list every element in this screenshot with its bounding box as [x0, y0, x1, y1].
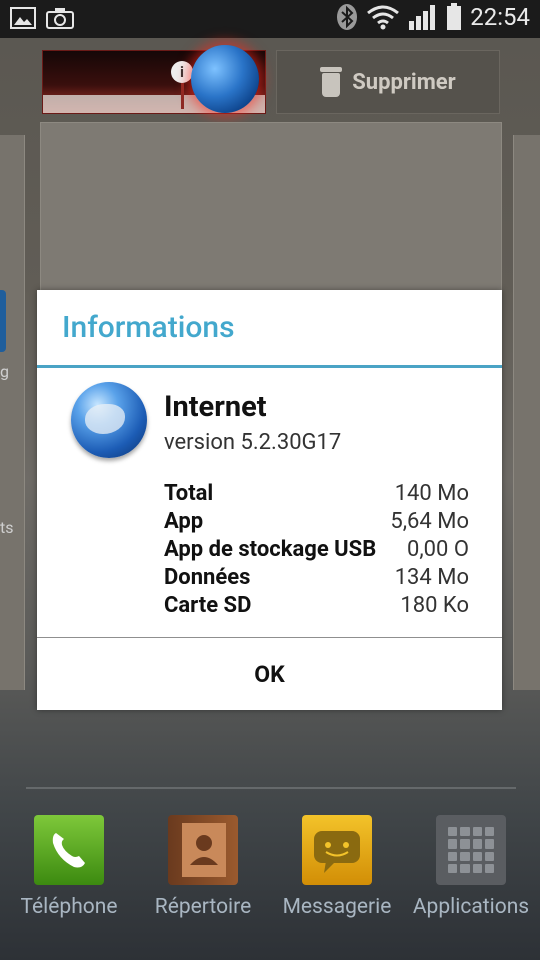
left-edge-app-icon[interactable]	[0, 290, 6, 352]
right-page-panel[interactable]	[513, 135, 540, 690]
apps-icon	[436, 815, 506, 885]
storage-label: App de stockage USB	[164, 536, 377, 562]
app-version: version 5.2.30G17	[164, 430, 342, 455]
storage-value: 5,64 Mo	[390, 508, 469, 534]
phone-icon	[34, 815, 104, 885]
trash-icon	[320, 67, 343, 97]
storage-value: 0,00 O	[406, 536, 469, 562]
delete-label: Supprimer	[352, 69, 456, 95]
left-edge-label: g	[0, 362, 9, 381]
dock-label-applications: Applications	[412, 895, 530, 919]
ok-button[interactable]: OK	[37, 638, 502, 710]
delete-drop-target[interactable]: Supprimer	[276, 50, 500, 114]
signal-icon	[409, 5, 436, 30]
dock-label-messaging: Messagerie	[282, 895, 392, 919]
dialog-title: Informations	[62, 310, 235, 345]
dock-item-applications[interactable]: Applications	[406, 815, 536, 935]
status-bar: 22:54	[0, 0, 540, 38]
bluetooth-icon	[337, 4, 358, 30]
storage-label: Données	[164, 564, 251, 590]
storage-row-data: Données 134 Mo	[164, 563, 469, 591]
storage-value: 140 Mo	[394, 480, 469, 506]
left-page-panel[interactable]	[0, 135, 25, 690]
storage-row-total: Total 140 Mo	[164, 479, 469, 507]
wifi-icon	[367, 5, 400, 30]
storage-label: Total	[164, 480, 214, 506]
title-divider	[37, 365, 502, 368]
app-name: Internet	[164, 390, 267, 424]
storage-value: 180 Ko	[400, 592, 469, 618]
camera-icon	[46, 8, 74, 29]
clock: 22:54	[470, 3, 530, 31]
messaging-icon	[302, 815, 372, 885]
left-edge-label-2: ts	[0, 518, 14, 537]
dragged-internet-icon[interactable]	[191, 45, 259, 113]
dock-item-phone[interactable]: Téléphone	[4, 815, 134, 935]
app-info-drop-target[interactable]: i	[42, 45, 266, 114]
info-pin	[181, 83, 184, 109]
dock: Téléphone Répertoire Messagerie Applicat…	[0, 815, 540, 935]
dock-divider	[26, 787, 516, 789]
storage-label: App	[164, 508, 204, 534]
battery-icon	[447, 3, 462, 30]
app-info-dialog: Informations Internet version 5.2.30G17 …	[37, 290, 502, 710]
contacts-icon	[168, 815, 238, 885]
storage-row-sd-card: Carte SD 180 Ko	[164, 591, 469, 619]
dock-label-contacts: Répertoire	[154, 895, 252, 919]
dock-item-contacts[interactable]: Répertoire	[138, 815, 268, 935]
internet-globe-icon	[71, 382, 147, 458]
storage-label: Carte SD	[164, 592, 252, 618]
dock-label-phone: Téléphone	[20, 895, 118, 919]
dock-item-messaging[interactable]: Messagerie	[272, 815, 402, 935]
storage-info-list: Total 140 Mo App 5,64 Mo App de stockage…	[164, 479, 469, 619]
picture-icon	[10, 7, 36, 29]
storage-row-app: App 5,64 Mo	[164, 507, 469, 535]
info-icon: i	[171, 61, 193, 83]
storage-value: 134 Mo	[394, 564, 469, 590]
storage-row-usb: App de stockage USB 0,00 O	[164, 535, 469, 563]
